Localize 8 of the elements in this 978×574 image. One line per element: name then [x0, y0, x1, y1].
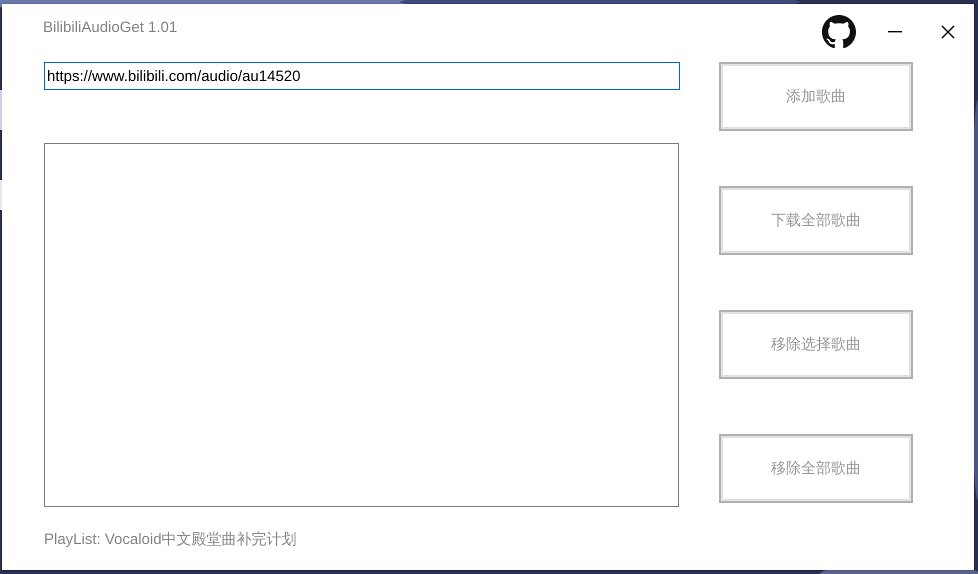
action-button[interactable]: 移除全部歌曲: [719, 434, 913, 503]
action-button[interactable]: 移除选择歌曲: [719, 310, 913, 379]
playlist-label: PlayList: Vocaloid中文殿堂曲补完计划: [44, 530, 298, 550]
action-button[interactable]: 添加歌曲: [719, 62, 913, 131]
github-icon[interactable]: [822, 15, 856, 49]
window-title: BilibiliAudioGet 1.01: [43, 18, 178, 38]
url-input-field[interactable]: https://www.bilibili.com/audio/au14520: [44, 62, 680, 90]
action-button[interactable]: 下载全部歌曲: [719, 186, 913, 255]
